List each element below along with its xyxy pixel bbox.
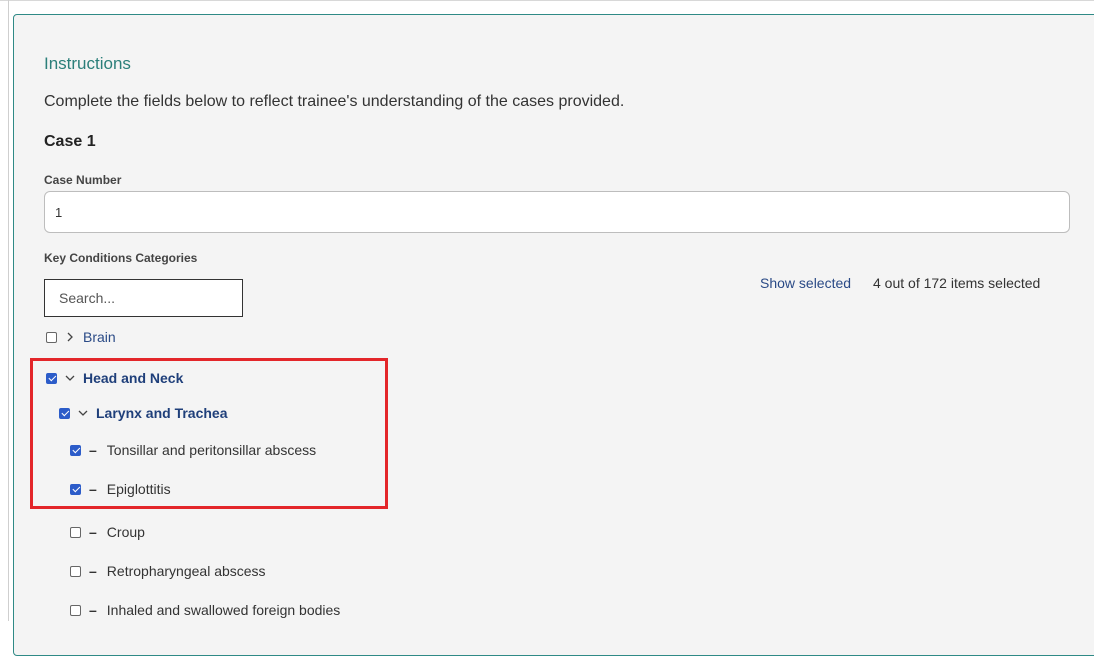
tree-leaf-label: Inhaled and swallowed foreign bodies	[106, 602, 341, 618]
show-selected-link[interactable]: Show selected	[760, 275, 851, 291]
dash-icon: –	[89, 602, 97, 618]
brain-checkbox[interactable]	[46, 331, 57, 343]
tree-leaf-label: Croup	[106, 524, 145, 540]
leaf-checkbox[interactable]	[70, 526, 81, 538]
tree-node-label: Brain	[83, 329, 116, 345]
dash-icon: –	[89, 524, 97, 540]
chevron-right-icon[interactable]	[63, 330, 77, 344]
instructions-description: Complete the fields below to reflect tra…	[44, 93, 625, 110]
instructions-heading: Instructions	[44, 54, 131, 73]
leaf-checkbox[interactable]	[70, 565, 81, 577]
left-divider	[8, 0, 9, 621]
tree-leaf-label: Retropharyngeal abscess	[106, 563, 266, 579]
case-number-label: Case Number	[44, 173, 122, 187]
tree-leaf[interactable]: – Croup	[70, 522, 145, 542]
top-divider	[0, 0, 1094, 1]
tree-node-brain[interactable]: Brain	[46, 327, 116, 347]
tree-leaf[interactable]: – Inhaled and swallowed foreign bodies	[70, 600, 340, 620]
leaf-checkbox[interactable]	[70, 604, 81, 616]
dash-icon: –	[89, 563, 97, 579]
selection-highlight-box	[30, 358, 388, 509]
case-title: Case 1	[44, 133, 96, 150]
key-conditions-label: Key Conditions Categories	[44, 251, 198, 265]
search-input[interactable]	[44, 279, 243, 317]
selected-count: 4 out of 172 items selected	[873, 275, 1041, 291]
case-number-input[interactable]	[44, 191, 1070, 233]
tree-leaf[interactable]: – Retropharyngeal abscess	[70, 561, 266, 581]
